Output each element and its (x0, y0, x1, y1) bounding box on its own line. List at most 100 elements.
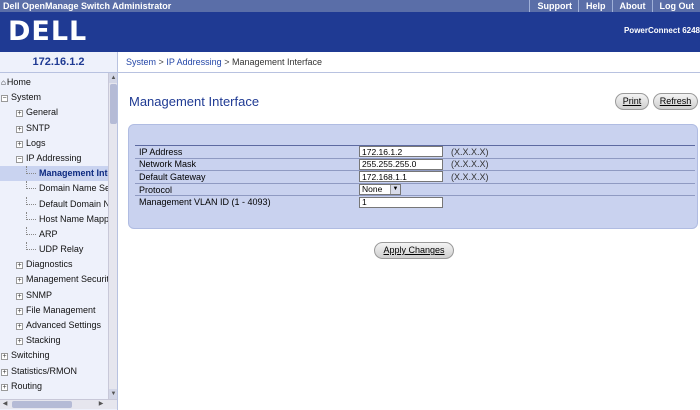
sidebar-item-label: Default Domain Name (39, 198, 108, 209)
expand-plus-icon[interactable]: + (16, 292, 23, 300)
tree-connector-line (26, 242, 36, 251)
device-ip: 172.16.1.2 (32, 56, 85, 68)
brand-banner: DELL PowerConnect 6248 (0, 12, 700, 52)
sidebar-item-host-name-mapping[interactable]: Host Name Mapping (0, 211, 108, 227)
sidebar-item-label: Statistics/RMON (11, 365, 78, 376)
sidebar-item-label: Diagnostics (26, 259, 73, 270)
sidebar-item-management-interface[interactable]: Management Interface (0, 166, 108, 182)
expand-plus-icon[interactable]: + (16, 307, 23, 315)
breadcrumb-separator: > (224, 57, 230, 67)
sidebar-item-logs[interactable]: + Logs (0, 136, 108, 151)
sidebar-item-snmp[interactable]: + SNMP (0, 288, 108, 303)
app-title: Dell OpenManage Switch Administrator (3, 1, 172, 11)
sidebar-item-general[interactable]: + General (0, 105, 108, 120)
sidebar-item-diagnostics[interactable]: + Diagnostics (0, 257, 108, 272)
tree-connector-line (26, 181, 36, 190)
sidebar-item-system[interactable]: − System (0, 90, 108, 105)
breadcrumb-system[interactable]: System (126, 57, 156, 67)
about-link[interactable]: About (611, 0, 652, 12)
sidebar-item-advanced-settings[interactable]: + Advanced Settings (0, 318, 108, 333)
apply-changes-button[interactable]: Apply Changes (374, 242, 454, 259)
ip-address-input[interactable] (359, 146, 443, 158)
tree-connector-line (26, 211, 36, 220)
chevron-down-icon[interactable]: ▼ (390, 185, 400, 195)
network-mask-input[interactable] (359, 158, 443, 170)
protocol-label: Protocol (135, 182, 359, 196)
sidebar-item-label: Host Name Mapping (39, 213, 108, 224)
main-content: Management Interface Print Refresh IP Ad… (118, 73, 700, 410)
form-row-management-vlan-id: Management VLAN ID (1 - 4093) (135, 195, 695, 209)
expand-plus-icon[interactable]: + (16, 140, 23, 148)
sidebar-item-label: Domain Name Server (39, 183, 108, 194)
print-button[interactable]: Print (615, 93, 649, 110)
breadcrumb-ip-addressing[interactable]: IP Addressing (166, 57, 221, 67)
expand-plus-icon[interactable]: + (1, 368, 8, 376)
network-mask-label: Network Mask (135, 157, 359, 171)
form-row-protocol: Protocol None ▼ (135, 182, 695, 196)
sidebar-item-label: General (26, 107, 59, 118)
refresh-button[interactable]: Refresh (653, 93, 698, 110)
collapse-minus-icon[interactable]: − (16, 155, 23, 163)
sidebar-item-label: Home (6, 77, 31, 87)
expand-plus-icon[interactable]: + (16, 125, 23, 133)
expand-plus-icon[interactable]: + (16, 277, 23, 285)
breadcrumb-separator: > (158, 57, 164, 67)
protocol-select[interactable]: None ▼ (359, 184, 401, 196)
sidebar-vertical-scrollbar[interactable]: ▲ ▼ (108, 73, 117, 399)
expand-plus-icon[interactable]: + (16, 110, 23, 118)
network-mask-format-hint: (X.X.X.X) (445, 157, 695, 171)
sidebar-item-label: IP Addressing (26, 152, 82, 163)
sidebar-item-default-domain-name[interactable]: Default Domain Name (0, 196, 108, 212)
scroll-left-arrow-icon[interactable]: ◀ (0, 400, 10, 409)
sidebar-item-label: Switching (11, 350, 50, 361)
sidebar-item-statistics-rmon[interactable]: + Statistics/RMON (0, 364, 108, 379)
sidebar-item-home[interactable]: ⌂Home (0, 75, 108, 90)
sidebar-item-udp-relay[interactable]: UDP Relay (0, 242, 108, 257)
tree-connector-line (26, 166, 36, 175)
expand-plus-icon[interactable]: + (16, 262, 23, 270)
sidebar-item-label: Routing (11, 380, 43, 391)
support-link[interactable]: Support (529, 0, 578, 12)
sidebar-item-management-security[interactable]: + Management Security (0, 272, 108, 287)
sidebar-horizontal-scrollbar[interactable]: ◀ ▶ (0, 399, 117, 409)
expand-plus-icon[interactable]: + (16, 338, 23, 346)
nav-tree: ⌂Home − System + General + SNTP + Logs − IP Addres… (0, 75, 108, 394)
sidebar-item-label: Stacking (26, 335, 61, 346)
sidebar-item-label: System (11, 92, 42, 103)
default-gateway-input[interactable] (359, 171, 443, 183)
collapse-minus-icon[interactable]: − (1, 95, 8, 103)
form-row-default-gateway: Default Gateway (X.X.X.X) (135, 170, 695, 184)
title-bar: Dell OpenManage Switch Administrator Sup… (0, 0, 700, 12)
sidebar-item-label: Advanced Settings (26, 320, 102, 330)
expand-plus-icon[interactable]: + (16, 323, 23, 330)
sidebar-item-stacking[interactable]: + Stacking (0, 333, 108, 348)
vertical-scroll-thumb[interactable] (110, 84, 117, 124)
sidebar-item-label: ARP (39, 228, 58, 239)
sidebar-item-arp[interactable]: ARP (0, 226, 108, 242)
scroll-right-arrow-icon[interactable]: ▶ (96, 400, 106, 409)
product-name: PowerConnect 6248 (623, 26, 700, 35)
sidebar-item-ip-addressing[interactable]: − IP Addressing (0, 151, 108, 166)
sidebar-item-file-management[interactable]: + File Management (0, 303, 108, 318)
breadcrumb-bar: System > IP Addressing > Management Inte… (118, 52, 700, 73)
breadcrumb: System > IP Addressing > Management Inte… (126, 57, 322, 67)
log-out-link[interactable]: Log Out (651, 0, 700, 12)
sidebar-item-switching[interactable]: + Switching (0, 348, 108, 363)
default-gateway-label: Default Gateway (135, 170, 359, 184)
management-vlan-id-input[interactable] (359, 196, 443, 208)
home-icon: ⌂ (1, 78, 6, 87)
scroll-down-arrow-icon[interactable]: ▼ (109, 389, 117, 399)
sidebar-item-label: SNTP (26, 122, 51, 133)
sidebar-item-label: UDP Relay (39, 244, 84, 255)
expand-plus-icon[interactable]: + (1, 383, 8, 391)
sidebar-item-label: SNMP (26, 289, 53, 300)
scroll-up-arrow-icon[interactable]: ▲ (109, 73, 117, 83)
sidebar-item-routing[interactable]: + Routing (0, 379, 108, 394)
dell-logo: DELL (8, 16, 88, 47)
horizontal-scroll-thumb[interactable] (12, 401, 72, 408)
sidebar-item-sntp[interactable]: + SNTP (0, 121, 108, 136)
help-link[interactable]: Help (577, 0, 612, 12)
sidebar-item-domain-name-server[interactable]: Domain Name Server (0, 181, 108, 196)
expand-plus-icon[interactable]: + (1, 353, 8, 361)
tree-connector-line (26, 226, 36, 235)
